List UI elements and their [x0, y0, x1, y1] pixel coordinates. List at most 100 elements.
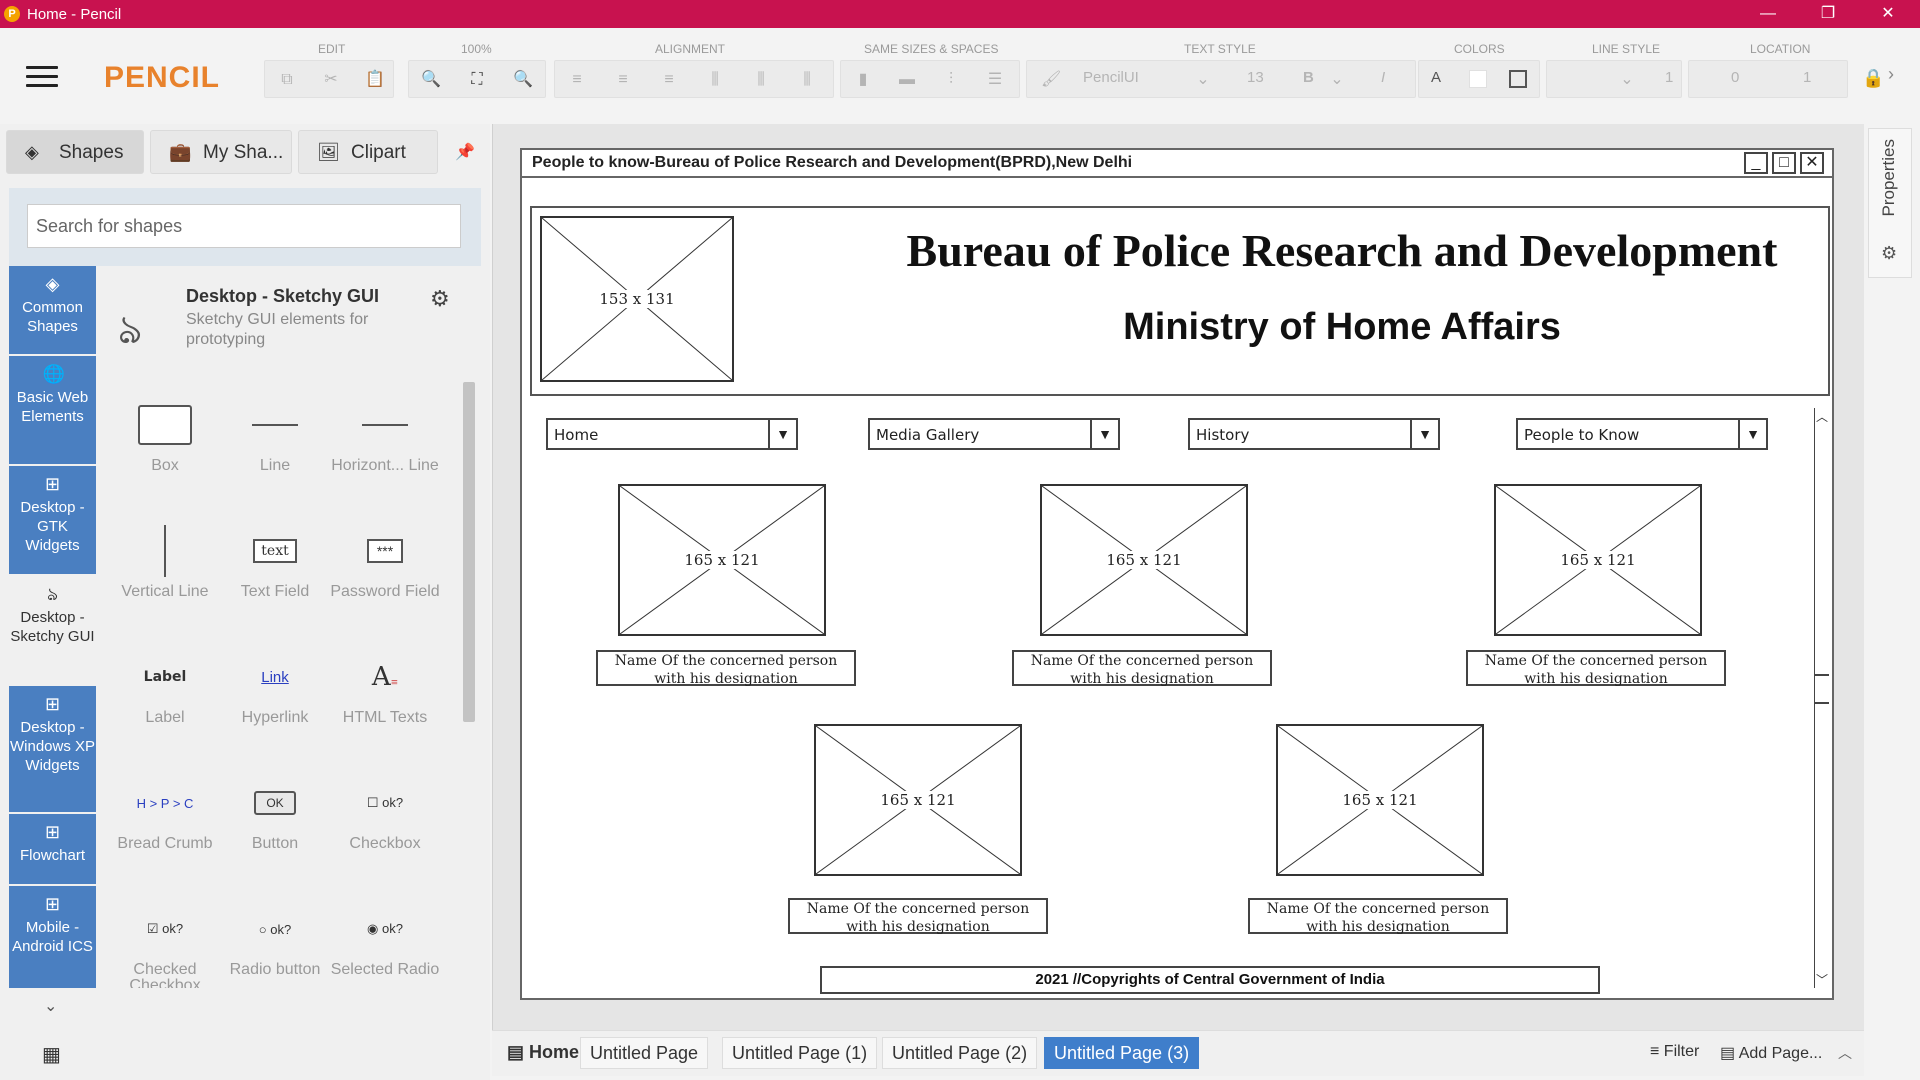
shape-selected-radio[interactable]: ◉ ok? Selected Radio	[330, 884, 440, 988]
mockup-scrollbar[interactable]: ︿ ﹀	[1814, 408, 1830, 988]
properties-panel-toggle[interactable]: Properties ⚙	[1868, 128, 1912, 278]
category-android-ics[interactable]: ⊞ Mobile - Android ICS	[9, 886, 96, 988]
scroll-down-icon[interactable]: ﹀	[1816, 971, 1828, 988]
search-input[interactable]	[27, 204, 461, 248]
chevron-right-icon[interactable]: ›	[1888, 64, 1894, 85]
shape-checkbox[interactable]: ☐ ok? Checkbox	[330, 758, 440, 882]
chevron-down-icon[interactable]: ⌄	[44, 996, 57, 1016]
align-middle-icon[interactable]: ⫼	[751, 70, 771, 90]
paste-icon[interactable]: 📋	[365, 70, 385, 90]
chevron-down-icon[interactable]: ⌄	[1327, 70, 1347, 90]
person-caption[interactable]: Name Of the concerned person with his des…	[788, 898, 1048, 935]
border-color-swatch[interactable]	[1509, 70, 1527, 88]
align-right-icon[interactable]: ≡	[659, 70, 679, 90]
close-button[interactable]: ✕	[1860, 0, 1916, 28]
gear-icon[interactable]: ⚙	[430, 286, 450, 312]
mockup-close-icon[interactable]: ✕	[1800, 152, 1824, 174]
page-tab[interactable]: Untitled Page	[580, 1037, 709, 1069]
minimize-button[interactable]: —	[1740, 0, 1796, 28]
tab-my-shapes[interactable]: 💼 My Sha...	[150, 130, 292, 174]
align-top-icon[interactable]: ⫼	[705, 70, 725, 90]
shape-horizontal-line[interactable]: Horizont... Line	[330, 380, 440, 504]
category-basic-web-elements[interactable]: 🌐 Basic Web Elements	[9, 356, 96, 464]
same-height-icon[interactable]: ▬	[897, 70, 917, 90]
person-caption[interactable]: Name Of the concerned person with his des…	[1466, 650, 1726, 687]
align-left-icon[interactable]: ≡	[567, 70, 587, 90]
logo-placeholder[interactable]: 153 x 131	[540, 216, 734, 382]
shape-breadcrumb[interactable]: H > P > C Bread Crumb	[110, 758, 220, 882]
chevron-up-icon[interactable]: ︿	[1838, 1043, 1852, 1063]
shape-radio-button[interactable]: ○ ok? Radio button	[220, 884, 330, 988]
person-photo-placeholder[interactable]: 165 x 121	[1494, 484, 1702, 636]
person-photo-placeholder[interactable]: 165 x 121	[814, 724, 1022, 876]
category-gtk-widgets[interactable]: ⊞ Desktop - GTK Widgets	[9, 466, 96, 574]
chevron-down-icon[interactable]: ⌄	[1617, 70, 1637, 90]
shape-label-widget[interactable]: Label Label	[110, 632, 220, 756]
location-y-input[interactable]: 1	[1803, 69, 1811, 86]
location-x-input[interactable]: 0	[1731, 69, 1739, 86]
shape-text-field[interactable]: text Text Field	[220, 506, 330, 630]
page-tab-active[interactable]: Untitled Page (3)	[1044, 1037, 1200, 1069]
space-vertical-icon[interactable]: ☰	[985, 70, 1005, 90]
font-family-select[interactable]: PencilUI	[1083, 69, 1139, 86]
nav-select-history[interactable]: History ▼	[1188, 418, 1440, 450]
apps-grid-icon[interactable]: ▦	[42, 1042, 61, 1067]
mockup-minimize-icon[interactable]: _	[1744, 152, 1768, 174]
category-sketchy-gui[interactable]: ঌ Desktop - Sketchy GUI	[9, 576, 96, 684]
font-size-input[interactable]: 13	[1247, 69, 1264, 86]
copy-icon[interactable]: ⧉	[277, 70, 297, 90]
shape-vertical-line[interactable]: Vertical Line	[110, 506, 220, 630]
shape-hyperlink[interactable]: Link Hyperlink	[220, 632, 330, 756]
category-common-shapes[interactable]: ◈ Common Shapes	[9, 266, 96, 354]
scrollbar-grip[interactable]	[1815, 674, 1829, 704]
person-caption[interactable]: Name Of the concerned person with his des…	[1012, 650, 1272, 687]
text-color-button[interactable]: A	[1431, 69, 1441, 86]
add-page-button[interactable]: ▤ Add Page...	[1720, 1043, 1822, 1063]
mockup-footer[interactable]: 2021 //Copyrights of Central Government …	[820, 966, 1600, 994]
drawing-canvas[interactable]: People to know-Bureau of Police Research…	[492, 124, 1864, 1030]
shape-line[interactable]: Line	[220, 380, 330, 504]
zoom-in-icon[interactable]: 🔍	[513, 70, 533, 90]
shape-html-texts[interactable]: A≡ HTML Texts	[330, 632, 440, 756]
pin-icon[interactable]: 📌	[455, 142, 475, 162]
dropdown-arrow-icon[interactable]: ▼	[1090, 420, 1118, 448]
fill-color-swatch[interactable]	[1469, 70, 1487, 88]
shapes-scrollbar[interactable]	[460, 360, 478, 1066]
category-windows-xp-widgets[interactable]: ⊞ Desktop - Windows XP Widgets	[9, 686, 96, 812]
nav-select-people-to-know[interactable]: People to Know ▼	[1516, 418, 1768, 450]
mockup-maximize-icon[interactable]: □	[1772, 152, 1796, 174]
cut-icon[interactable]: ✂	[321, 70, 341, 90]
shape-button[interactable]: OK Button	[220, 758, 330, 882]
mockup-window[interactable]: People to know-Bureau of Police Research…	[520, 148, 1834, 1000]
line-width-input[interactable]: 1	[1665, 69, 1673, 86]
person-photo-placeholder[interactable]: 165 x 121	[618, 484, 826, 636]
shape-box[interactable]: Box	[110, 380, 220, 504]
italic-button[interactable]: I	[1381, 69, 1385, 86]
chevron-down-icon[interactable]: ⌄	[1193, 70, 1213, 90]
lock-icon[interactable]: 🔒	[1862, 68, 1884, 89]
page-tab[interactable]: Untitled Page (2)	[882, 1037, 1038, 1069]
scrollbar-thumb[interactable]	[463, 382, 475, 722]
person-photo-placeholder[interactable]: 165 x 121	[1276, 724, 1484, 876]
page-tab[interactable]: Untitled Page (1)	[722, 1037, 878, 1069]
scroll-up-icon[interactable]: ︿	[1816, 408, 1828, 425]
align-bottom-icon[interactable]: ⫼	[797, 70, 817, 90]
person-photo-placeholder[interactable]: 165 x 121	[1040, 484, 1248, 636]
shape-password-field[interactable]: *** Password Field	[330, 506, 440, 630]
restore-button[interactable]: ❐	[1800, 0, 1856, 28]
menu-icon[interactable]	[26, 66, 58, 90]
dropdown-arrow-icon[interactable]: ▼	[1410, 420, 1438, 448]
nav-select-home[interactable]: Home ▼	[546, 418, 798, 450]
shape-checked-checkbox[interactable]: ☑ ok? Checked Checkbox	[110, 884, 220, 988]
dropdown-arrow-icon[interactable]: ▼	[768, 420, 796, 448]
filter-button[interactable]: ≡ Filter	[1650, 1043, 1699, 1061]
bold-button[interactable]: B	[1303, 69, 1314, 86]
fit-screen-icon[interactable]: ⛶	[467, 70, 487, 90]
person-caption[interactable]: Name Of the concerned person with his des…	[1248, 898, 1508, 935]
space-horizontal-icon[interactable]: ⫶	[941, 70, 961, 90]
tab-shapes[interactable]: ◈ Shapes	[6, 130, 144, 174]
page-tab-home[interactable]: ▤ Home	[498, 1037, 588, 1069]
nav-select-media-gallery[interactable]: Media Gallery ▼	[868, 418, 1120, 450]
align-center-icon[interactable]: ≡	[613, 70, 633, 90]
tab-clipart[interactable]: 🖼 Clipart	[298, 130, 438, 174]
